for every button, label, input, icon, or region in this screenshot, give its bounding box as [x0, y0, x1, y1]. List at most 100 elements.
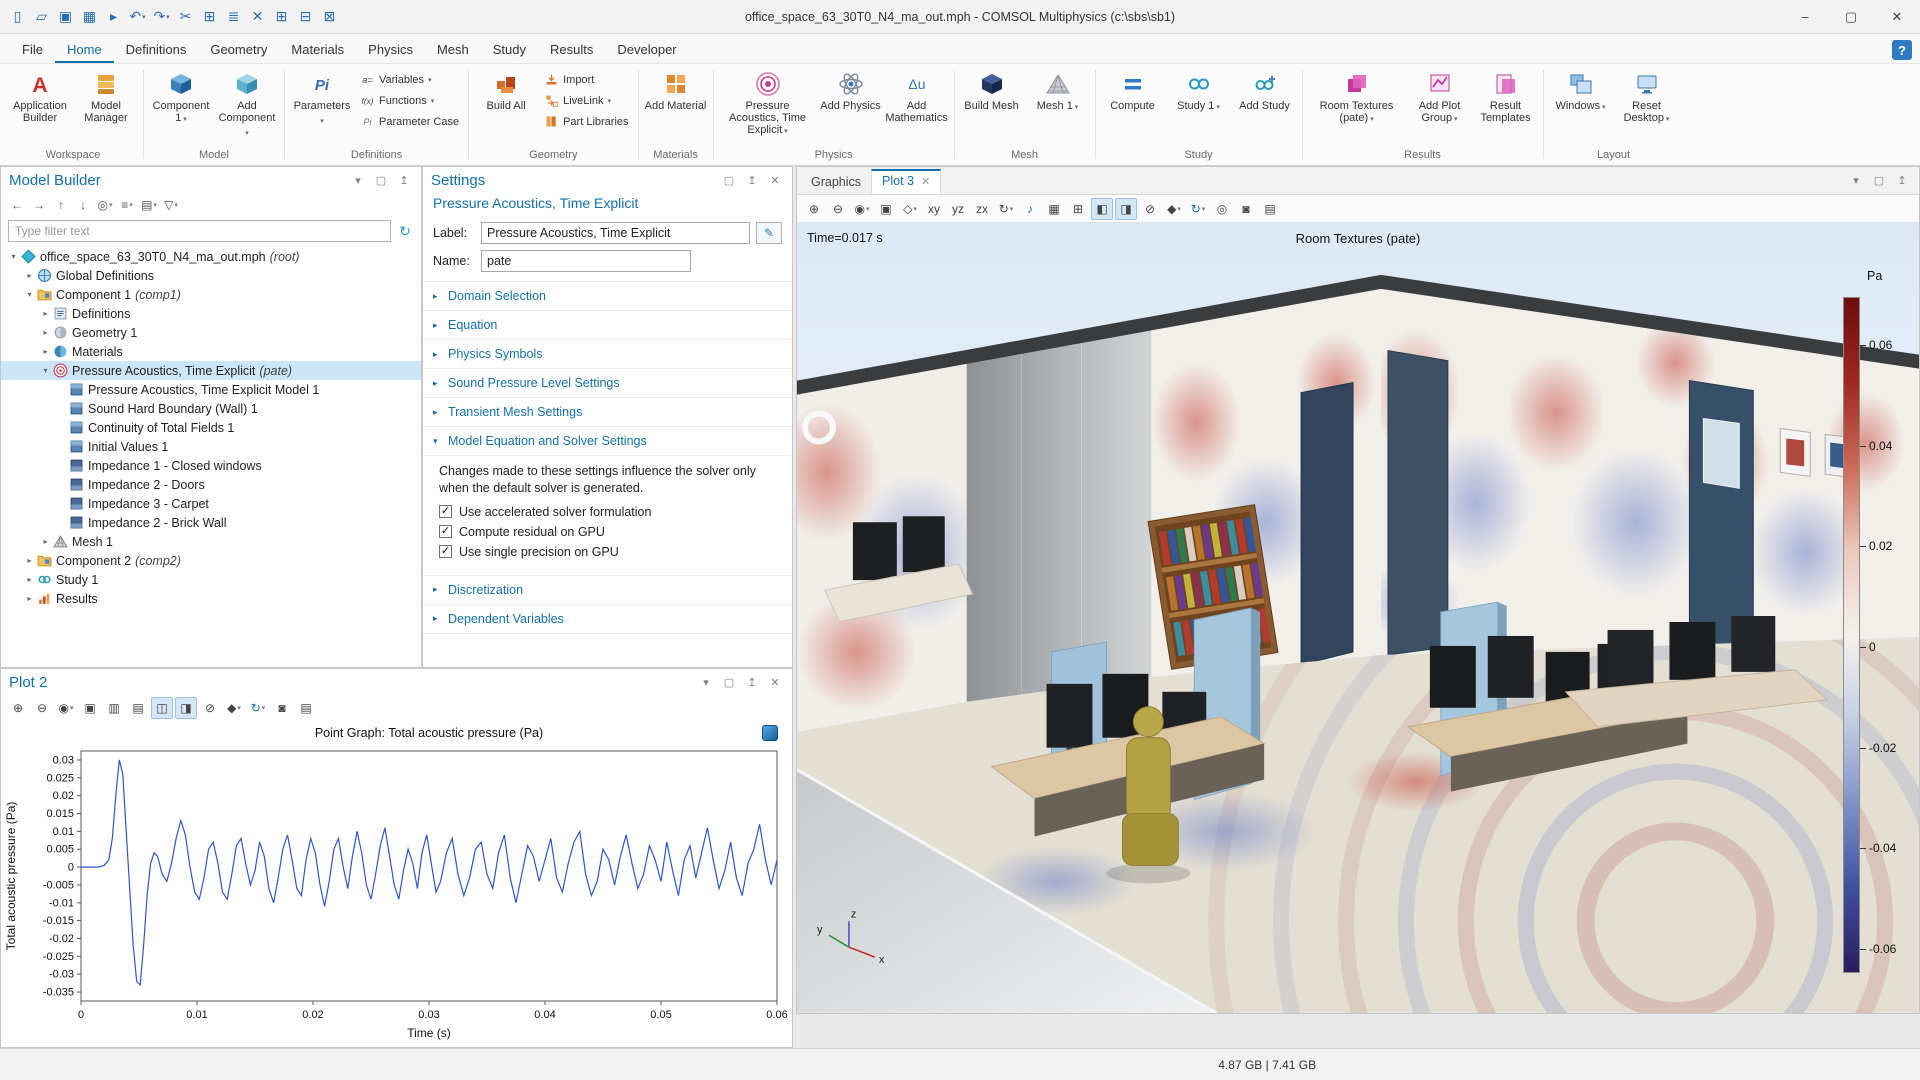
menu-tab-definitions[interactable]: Definitions — [114, 37, 199, 63]
menu-tab-physics[interactable]: Physics — [356, 37, 425, 63]
tree-item-study-1[interactable]: ▸ Study 1 — [1, 570, 421, 589]
panel-menu-icon[interactable]: ▾ — [349, 171, 367, 189]
zoom-out-icon[interactable]: ⊖ — [827, 198, 849, 220]
new-file-button[interactable]: ▯ — [6, 5, 29, 29]
help-button[interactable]: ? — [1892, 40, 1912, 60]
transparency-icon[interactable]: ◨ — [1115, 197, 1137, 220]
tree-item-mesh-1[interactable]: ▸ Mesh 1 — [1, 532, 421, 551]
filter-icon[interactable]: ▽ ▾ — [161, 195, 181, 215]
tree-item-impedance-2-brick-wall[interactable]: Impedance 2 - Brick Wall — [1, 513, 421, 532]
panel-menu-icon[interactable]: ▾ — [697, 673, 715, 691]
show-grid-icon[interactable]: ⊞ — [1067, 198, 1089, 220]
rotate-icon[interactable]: ↻ ▾ — [995, 198, 1017, 220]
tree-item-impedance-2-doors[interactable]: Impedance 2 - Doors — [1, 475, 421, 494]
part-libraries-button[interactable]: Part Libraries — [541, 113, 631, 130]
tree-item-pressure-acoustics-time-explicit[interactable]: ▾ Pressure Acoustics, Time Explicit (pate) — [1, 361, 421, 380]
float-panel-icon[interactable]: ▢ — [372, 171, 390, 189]
chevron-right-icon[interactable]: ▸ — [39, 537, 52, 546]
chevron-right-icon[interactable]: ▸ — [39, 309, 52, 318]
open-file-button[interactable]: ▱ — [30, 5, 53, 29]
window-layout-2-button[interactable]: ⊟ — [294, 5, 317, 29]
image-snapshot-icon[interactable]: ◙ — [271, 697, 293, 719]
play-sound-icon[interactable]: ♪ — [1019, 198, 1041, 220]
manual-axis-icon[interactable]: ◨ — [175, 697, 197, 719]
float-panel-icon[interactable]: ▢ — [720, 171, 738, 189]
checkbox-use-single-precision-on-gpu[interactable]: ✓ Use single precision on GPU — [439, 545, 780, 559]
tree-item-geometry-1[interactable]: ▸ Geometry 1 — [1, 323, 421, 342]
menu-tab-geometry[interactable]: Geometry — [198, 37, 279, 63]
name-field-input[interactable] — [481, 250, 691, 272]
minimize-button[interactable]: – — [1782, 0, 1828, 33]
chevron-right-icon[interactable]: ▸ — [23, 556, 36, 565]
x-axis-log-icon[interactable]: ▥ — [103, 697, 125, 719]
window-layout-1-button[interactable]: ⊞ — [270, 5, 293, 29]
delete-button[interactable]: ✕ — [246, 5, 269, 29]
section-model-equation-and-solver-settings[interactable]: ▾ Model Equation and Solver Settings — [423, 427, 792, 456]
redo-button[interactable]: ↷ ▾ — [150, 5, 173, 29]
application-builder-button[interactable]: A Application Builder — [7, 68, 73, 125]
cut-button[interactable]: ✂ — [174, 5, 197, 29]
tree-item-definitions[interactable]: ▸ Definitions — [1, 304, 421, 323]
back-icon[interactable]: ← — [7, 195, 27, 215]
tree-item-global-definitions[interactable]: ▸ Global Definitions — [1, 266, 421, 285]
view-zx-icon[interactable]: zx — [971, 198, 993, 220]
reset-desktop-button[interactable]: Reset Desktop ▾ — [1614, 68, 1680, 127]
rename-label-button[interactable]: ✎ — [756, 222, 782, 244]
chevron-right-icon[interactable]: ▸ — [39, 328, 52, 337]
section-physics-symbols[interactable]: ▸ Physics Symbols — [423, 340, 792, 369]
print-icon[interactable]: ▤ — [1259, 198, 1281, 220]
tree-item-continuity-of-total-fields-1[interactable]: Continuity of Total Fields 1 — [1, 418, 421, 437]
section-sound-pressure-level-settings[interactable]: ▸ Sound Pressure Level Settings — [423, 369, 792, 398]
menu-tab-results[interactable]: Results — [538, 37, 605, 63]
tree-item-initial-values-1[interactable]: Initial Values 1 — [1, 437, 421, 456]
chevron-down-icon[interactable]: ▾ — [39, 366, 52, 375]
y-axis-log-icon[interactable]: ▤ — [127, 697, 149, 719]
build-mesh-button[interactable]: Build Mesh — [959, 68, 1025, 113]
update-icon[interactable]: ↻ ▾ — [1187, 198, 1209, 220]
close-tab-icon[interactable]: ✕ — [921, 175, 930, 188]
section-domain-selection[interactable]: ▸ Domain Selection — [423, 282, 792, 311]
lock-axes-icon[interactable]: ⊘ — [199, 697, 221, 719]
room-textures-pate-button[interactable]: Room Textures (pate) ▾ — [1307, 68, 1407, 127]
section-dependent-variables[interactable]: ▸ Dependent Variables — [423, 605, 792, 634]
refresh-icon[interactable]: ↻ — [396, 223, 414, 240]
model-manager-button[interactable]: Model Manager — [73, 68, 139, 125]
close-panel-icon[interactable]: ✕ — [766, 171, 784, 189]
pin-panel-icon[interactable]: ↥ — [743, 171, 761, 189]
zoom-extents-icon[interactable]: ▣ — [875, 198, 897, 220]
add-mathematics-button[interactable]: Δu Add Mathematics — [884, 68, 950, 125]
tree-item-results[interactable]: ▸ Results — [1, 589, 421, 608]
float-panel-icon[interactable]: ▢ — [1870, 171, 1888, 189]
chevron-down-icon[interactable]: ▾ — [7, 252, 20, 261]
move-up-icon[interactable]: ↑ — [51, 195, 71, 215]
update-plot-icon[interactable]: ↻ ▾ — [247, 697, 269, 719]
maximize-button[interactable]: ▢ — [1828, 0, 1874, 33]
study-1-button[interactable]: Study 1 ▾ — [1166, 68, 1232, 115]
compute-button[interactable]: Compute — [1100, 68, 1166, 113]
zoom-icon[interactable]: ◉ ▾ — [851, 198, 873, 220]
save-button[interactable]: ▣ — [54, 5, 77, 29]
component-1-button[interactable]: Component 1 ▾ — [148, 68, 214, 127]
comsol-logo-button[interactable] — [762, 725, 778, 741]
snapshot-icon[interactable]: ◙ — [1235, 198, 1257, 220]
menu-tab-home[interactable]: Home — [54, 37, 114, 63]
select-zoom-icon[interactable]: ◎ — [1211, 198, 1233, 220]
add-material-button[interactable]: Add Material — [643, 68, 709, 113]
windows-button[interactable]: Windows ▾ — [1548, 68, 1614, 115]
tree-item-impedance-3-carpet[interactable]: Impedance 3 - Carpet — [1, 494, 421, 513]
close-panel-icon[interactable]: ✕ — [766, 673, 784, 691]
result-templates-button[interactable]: Result Templates — [1473, 68, 1539, 125]
plot2-chart-area[interactable]: 0.03 0.025 0.02 0.015 0.01 0.005 0 -0.005 -0.01 -… — [1, 721, 792, 1047]
copy-button[interactable]: ⊞ — [198, 5, 221, 29]
zoom-in-icon[interactable]: ⊕ — [803, 198, 825, 220]
undo-button[interactable]: ↶ ▾ — [126, 5, 149, 29]
pressure-acoustics-time-explicit-button[interactable]: Pressure Acoustics, Time Explicit ▾ — [718, 68, 818, 139]
zoom-in-icon[interactable]: ⊕ — [7, 697, 29, 719]
model-tree-columns-icon[interactable]: ▤ ▾ — [139, 195, 159, 215]
float-panel-icon[interactable]: ▢ — [720, 673, 738, 691]
functions-button[interactable]: f(x) Functions ▾ — [357, 92, 462, 109]
tab-plot-3[interactable]: Plot 3 ✕ — [871, 169, 942, 194]
go-to-view-icon[interactable]: ◇ ▾ — [899, 198, 921, 220]
tree-filter-input[interactable] — [8, 220, 391, 242]
run-button[interactable]: ▸ — [102, 5, 125, 29]
